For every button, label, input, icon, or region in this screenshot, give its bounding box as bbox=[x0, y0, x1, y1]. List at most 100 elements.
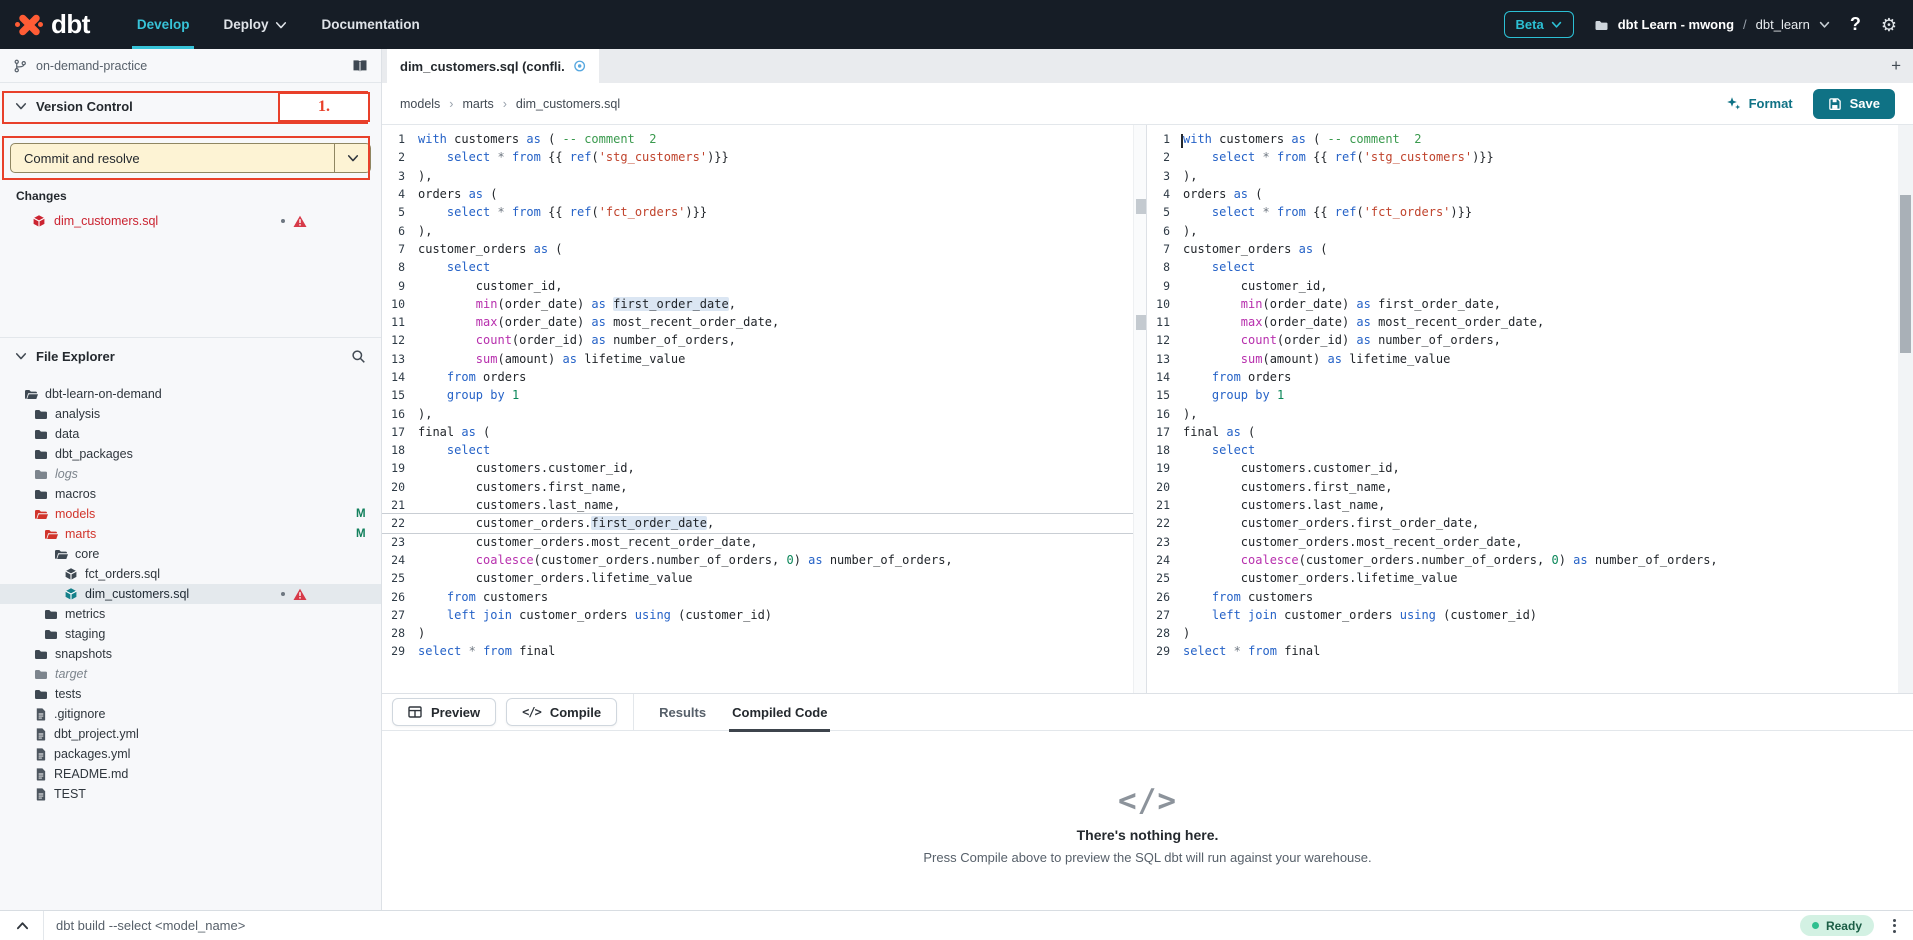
code-line[interactable]: 26 from customers bbox=[1147, 587, 1898, 605]
tree-item-TEST[interactable]: TEST bbox=[0, 784, 381, 804]
commit-and-resolve-button[interactable]: Commit and resolve bbox=[10, 143, 371, 173]
tree-item-tests[interactable]: tests bbox=[0, 684, 381, 704]
code-line[interactable]: 18 select bbox=[1147, 441, 1898, 459]
tree-item-fct_orders.sql[interactable]: fct_orders.sql bbox=[0, 564, 381, 584]
code-line[interactable]: 24 coalesce(customer_orders.number_of_or… bbox=[382, 551, 1133, 569]
code-editor-right[interactable]: 1with customers as ( -- comment 22 selec… bbox=[1147, 125, 1898, 693]
tree-item-metrics[interactable]: metrics bbox=[0, 604, 381, 624]
code-line[interactable]: 9 customer_id, bbox=[1147, 276, 1898, 294]
left-editor-scrollbar[interactable] bbox=[1133, 125, 1147, 693]
code-line[interactable]: 26 from customers bbox=[382, 587, 1133, 605]
code-line[interactable]: 27 left join customer_orders using (cust… bbox=[382, 606, 1133, 624]
tree-item-dbt-learn-on-demand[interactable]: dbt-learn-on-demand bbox=[0, 384, 381, 404]
code-line[interactable]: 12 count(order_id) as number_of_orders, bbox=[1147, 331, 1898, 349]
tree-item-.gitignore[interactable]: .gitignore bbox=[0, 704, 381, 724]
code-line[interactable]: 22 customer_orders.first_order_date, bbox=[382, 514, 1133, 532]
changed-file-dim_customers.sql[interactable]: dim_customers.sql bbox=[0, 210, 381, 232]
code-line[interactable]: 1with customers as ( -- comment 2 bbox=[382, 130, 1133, 148]
code-line[interactable]: 23 customer_orders.most_recent_order_dat… bbox=[1147, 533, 1898, 551]
code-line[interactable]: 14 from orders bbox=[382, 368, 1133, 386]
nav-deploy[interactable]: Deploy bbox=[206, 0, 304, 49]
code-line[interactable]: 19 customers.customer_id, bbox=[1147, 459, 1898, 477]
code-line[interactable]: 10 min(order_date) as first_order_date, bbox=[1147, 295, 1898, 313]
account-project-switcher[interactable]: dbt Learn - mwong / dbt_learn bbox=[1594, 17, 1830, 32]
code-line[interactable]: 1with customers as ( -- comment 2 bbox=[1147, 130, 1898, 148]
tree-item-dim_customers.sql[interactable]: dim_customers.sql bbox=[0, 584, 381, 604]
docs-book-icon[interactable] bbox=[352, 59, 368, 73]
code-line[interactable]: 14 from orders bbox=[1147, 368, 1898, 386]
expand-command-bar-button[interactable] bbox=[10, 920, 35, 932]
tree-item-README.md[interactable]: README.md bbox=[0, 764, 381, 784]
nav-develop[interactable]: Develop bbox=[120, 0, 207, 49]
file-explorer-header[interactable]: File Explorer bbox=[0, 338, 381, 374]
tree-item-macros[interactable]: macros bbox=[0, 484, 381, 504]
code-line[interactable]: 2 select * from {{ ref('stg_customers')}… bbox=[382, 148, 1133, 166]
code-line[interactable]: 4orders as ( bbox=[1147, 185, 1898, 203]
code-line[interactable]: 25 customer_orders.lifetime_value bbox=[1147, 569, 1898, 587]
commit-button-dropdown[interactable] bbox=[334, 144, 370, 172]
scrollbar-thumb[interactable] bbox=[1136, 199, 1146, 214]
code-line[interactable]: 9 customer_id, bbox=[382, 276, 1133, 294]
code-line[interactable]: 28) bbox=[1147, 624, 1898, 642]
help-icon[interactable]: ? bbox=[1850, 14, 1861, 35]
scrollbar-thumb[interactable] bbox=[1900, 195, 1911, 353]
code-line[interactable]: 12 count(order_id) as number_of_orders, bbox=[382, 331, 1133, 349]
kebab-menu-icon[interactable] bbox=[1890, 916, 1899, 936]
code-line[interactable]: 20 customers.first_name, bbox=[1147, 478, 1898, 496]
code-line[interactable]: 22 customer_orders.first_order_date, bbox=[1147, 514, 1898, 532]
code-line[interactable]: 28) bbox=[382, 624, 1133, 642]
code-line[interactable]: 13 sum(amount) as lifetime_value bbox=[1147, 350, 1898, 368]
format-button[interactable]: Format bbox=[1726, 96, 1793, 111]
tree-item-models[interactable]: modelsM bbox=[0, 504, 381, 524]
breadcrumb-item[interactable]: models bbox=[400, 97, 440, 111]
tree-item-dbt_packages[interactable]: dbt_packages bbox=[0, 444, 381, 464]
code-line[interactable]: 4orders as ( bbox=[382, 185, 1133, 203]
code-line[interactable]: 11 max(order_date) as most_recent_order_… bbox=[1147, 313, 1898, 331]
code-line[interactable]: 11 max(order_date) as most_recent_order_… bbox=[382, 313, 1133, 331]
tree-item-target[interactable]: target bbox=[0, 664, 381, 684]
tree-item-core[interactable]: core bbox=[0, 544, 381, 564]
breadcrumb-item[interactable]: marts bbox=[440, 97, 493, 111]
tree-item-packages.yml[interactable]: packages.yml bbox=[0, 744, 381, 764]
new-tab-button[interactable]: + bbox=[1891, 56, 1901, 76]
right-editor-scrollbar[interactable] bbox=[1898, 125, 1913, 693]
gear-icon[interactable] bbox=[1881, 16, 1897, 34]
code-line[interactable]: 5 select * from {{ ref('fct_orders')}} bbox=[382, 203, 1133, 221]
code-line[interactable]: 25 customer_orders.lifetime_value bbox=[382, 569, 1133, 587]
code-line[interactable]: 7customer_orders as ( bbox=[382, 240, 1133, 258]
code-line[interactable]: 13 sum(amount) as lifetime_value bbox=[382, 350, 1133, 368]
git-branch-row[interactable]: on-demand-practice bbox=[0, 49, 381, 83]
tree-item-data[interactable]: data bbox=[0, 424, 381, 444]
code-line[interactable]: 7customer_orders as ( bbox=[1147, 240, 1898, 258]
command-input[interactable]: dbt build --select <model_name> bbox=[56, 918, 245, 933]
code-line[interactable]: 15 group by 1 bbox=[1147, 386, 1898, 404]
tree-item-logs[interactable]: logs bbox=[0, 464, 381, 484]
ready-status-badge[interactable]: Ready bbox=[1800, 915, 1874, 936]
code-line[interactable]: 6), bbox=[1147, 221, 1898, 239]
code-line[interactable]: 24 coalesce(customer_orders.number_of_or… bbox=[1147, 551, 1898, 569]
tree-item-dbt_project.yml[interactable]: dbt_project.yml bbox=[0, 724, 381, 744]
code-line[interactable]: 16), bbox=[382, 404, 1133, 422]
code-line[interactable]: 29select * from final bbox=[1147, 642, 1898, 660]
tree-item-snapshots[interactable]: snapshots bbox=[0, 644, 381, 664]
beta-dropdown[interactable]: Beta bbox=[1504, 11, 1574, 38]
code-line[interactable]: 16), bbox=[1147, 404, 1898, 422]
tree-item-marts[interactable]: martsM bbox=[0, 524, 381, 544]
compile-button[interactable]: </> Compile bbox=[506, 698, 617, 726]
panel-tab-results[interactable]: Results bbox=[646, 693, 719, 731]
code-line[interactable]: 23 customer_orders.most_recent_order_dat… bbox=[382, 533, 1133, 551]
code-line[interactable]: 3), bbox=[1147, 167, 1898, 185]
search-icon[interactable] bbox=[351, 349, 366, 364]
breadcrumb-item[interactable]: dim_customers.sql bbox=[494, 97, 620, 111]
code-line[interactable]: 19 customers.customer_id, bbox=[382, 459, 1133, 477]
code-line[interactable]: 8 select bbox=[382, 258, 1133, 276]
tab-dim-customers[interactable]: dim_customers.sql (confli... bbox=[387, 49, 599, 83]
preview-button[interactable]: Preview bbox=[392, 698, 496, 726]
code-editor-left[interactable]: 1with customers as ( -- comment 22 selec… bbox=[382, 125, 1133, 693]
code-line[interactable]: 3), bbox=[382, 167, 1133, 185]
code-line[interactable]: 15 group by 1 bbox=[382, 386, 1133, 404]
code-line[interactable]: 17final as ( bbox=[382, 423, 1133, 441]
nav-documentation[interactable]: Documentation bbox=[304, 0, 436, 49]
code-line[interactable]: 5 select * from {{ ref('fct_orders')}} bbox=[1147, 203, 1898, 221]
code-line[interactable]: 27 left join customer_orders using (cust… bbox=[1147, 606, 1898, 624]
